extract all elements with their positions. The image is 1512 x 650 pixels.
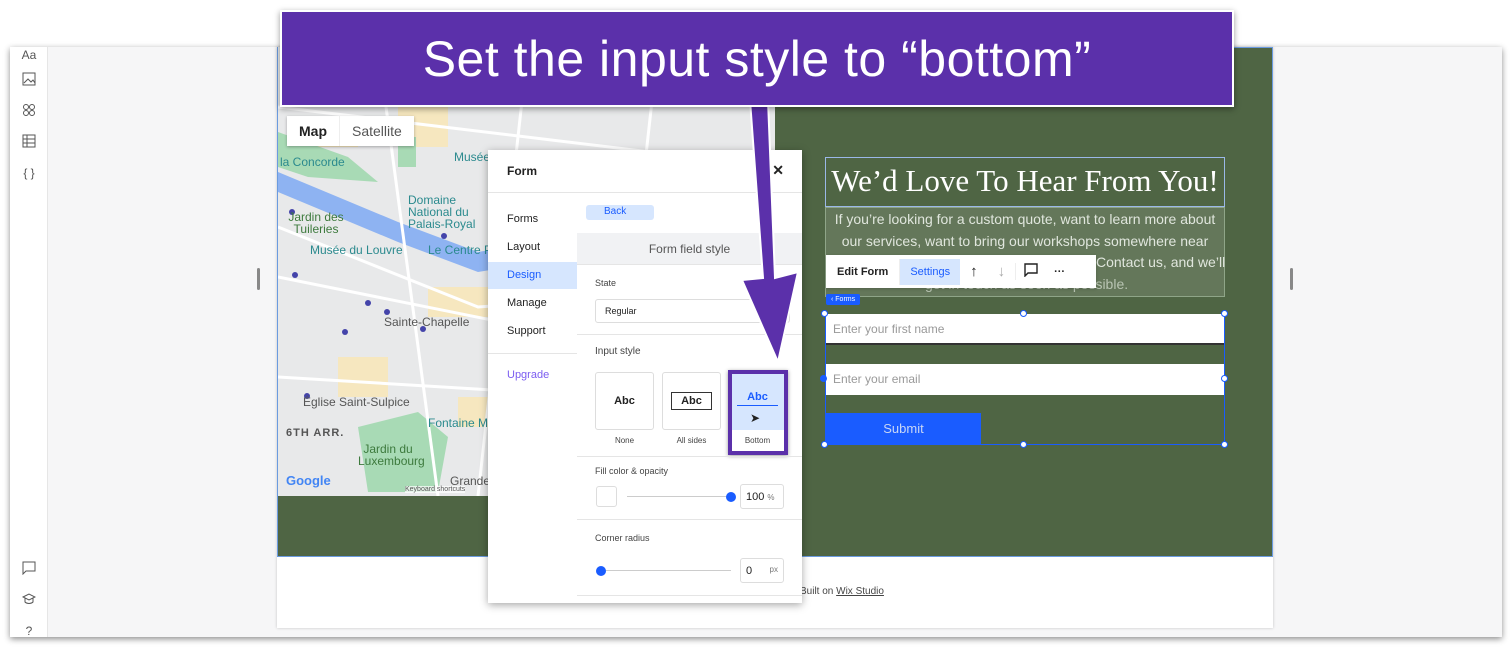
map-button[interactable]: Map xyxy=(287,116,339,146)
image-icon[interactable] xyxy=(21,72,37,88)
divider xyxy=(577,519,802,520)
nav-design[interactable]: Design xyxy=(488,262,577,289)
divider xyxy=(577,456,802,457)
opacity-slider-thumb[interactable] xyxy=(726,492,736,502)
nav-layout[interactable]: Layout xyxy=(488,234,577,261)
resize-handle[interactable] xyxy=(1020,441,1027,448)
nav-divider xyxy=(488,353,577,354)
nav-manage[interactable]: Manage xyxy=(488,290,577,317)
opacity-value: 100 xyxy=(746,491,765,503)
map-label: la Concorde xyxy=(280,155,345,169)
map-label: Sainte-Chapelle xyxy=(384,315,470,329)
state-label: State xyxy=(595,278,617,288)
table-icon[interactable] xyxy=(21,134,37,150)
map-label: Musée xyxy=(454,150,491,164)
map-type-toggle: Map Satellite xyxy=(287,116,414,146)
resize-handle-right[interactable] xyxy=(1290,268,1293,290)
map-label: Musée du Louvre xyxy=(310,243,403,257)
radius-label: Corner radius xyxy=(595,533,650,543)
sample-text: Abc xyxy=(671,392,712,410)
resize-handle[interactable] xyxy=(1020,310,1027,317)
comment-icon[interactable] xyxy=(1015,263,1046,280)
resize-handle[interactable] xyxy=(1221,375,1228,382)
email-input[interactable]: Enter your email xyxy=(826,364,1224,395)
instruction-banner: Set the input style to “bottom” xyxy=(280,10,1234,107)
radius-value: 0 xyxy=(746,565,753,577)
move-down-icon[interactable]: ↓ xyxy=(988,263,1016,280)
more-icon[interactable]: ··· xyxy=(1046,266,1073,278)
option-caption: None xyxy=(614,436,635,445)
opacity-unit: % xyxy=(767,493,775,502)
resize-handle[interactable] xyxy=(821,310,828,317)
chat-icon[interactable] xyxy=(21,561,37,577)
map-label: Fontaine Mé xyxy=(428,416,495,430)
resize-handle[interactable] xyxy=(821,441,828,448)
input-style-none[interactable]: Abc xyxy=(595,372,654,430)
sample-text: Abc xyxy=(614,395,635,407)
input-style-all-sides[interactable]: Abc xyxy=(662,372,721,430)
back-label: Back xyxy=(604,206,627,217)
map-label: Jardin des Tuileries xyxy=(288,210,344,236)
help-icon[interactable]: ? xyxy=(21,623,37,639)
map-label: 6TH ARR. xyxy=(286,427,345,439)
text-icon[interactable]: Aa xyxy=(21,47,37,63)
resize-handle[interactable] xyxy=(1221,310,1228,317)
first-name-input[interactable]: Enter your first name xyxy=(826,314,1224,345)
fill-label: Fill color & opacity xyxy=(595,466,669,476)
radius-unit: px xyxy=(769,565,778,574)
left-toolbar: Aa { } ? xyxy=(10,47,48,639)
option-caption: All sides xyxy=(676,436,707,445)
settings-button[interactable]: Settings xyxy=(899,258,961,285)
element-toolbar: Edit Form Settings ↑ ↓ ··· xyxy=(826,255,1096,288)
submit-button[interactable]: Submit xyxy=(826,413,981,444)
divider xyxy=(577,595,802,596)
keyboard-shortcuts-link[interactable]: Keyboard shortcuts xyxy=(405,486,466,493)
radius-slider[interactable] xyxy=(601,570,731,571)
google-logo: Google xyxy=(286,473,331,488)
radius-slider-thumb[interactable] xyxy=(596,566,606,576)
resize-handle[interactable] xyxy=(1221,441,1228,448)
forms-breadcrumb-tag[interactable]: ‹ Forms xyxy=(826,294,861,305)
satellite-button[interactable]: Satellite xyxy=(339,116,414,146)
edit-form-button[interactable]: Edit Form xyxy=(826,266,899,278)
opacity-slider[interactable] xyxy=(627,496,731,497)
radius-input[interactable]: 0 px xyxy=(740,558,784,583)
footer-text: Built on xyxy=(800,586,834,597)
apps-icon[interactable] xyxy=(21,103,37,119)
code-braces-icon[interactable]: { } xyxy=(21,165,37,181)
nav-support[interactable]: Support xyxy=(488,318,577,345)
input-style-label: Input style xyxy=(595,346,641,357)
map-label: Domaine National du Palais-Royal xyxy=(408,193,476,231)
upgrade-link[interactable]: Upgrade xyxy=(488,362,577,389)
heading-box[interactable]: We’d Love To Hear From You! xyxy=(825,157,1225,207)
map-label: Église Saint-Sulpice xyxy=(303,395,410,409)
map-label: Jardin du Luxembourg xyxy=(358,442,425,468)
wix-studio-link[interactable]: Wix Studio xyxy=(836,586,884,597)
panel-title: Form xyxy=(507,164,537,178)
pointer-arrow xyxy=(740,100,800,366)
heading: We’d Love To Hear From You! xyxy=(831,163,1219,198)
cursor-icon: ➤ xyxy=(750,411,761,425)
paragraph-line: Contact us, and we’ll xyxy=(1096,254,1226,270)
opacity-input[interactable]: 100 % xyxy=(740,484,784,509)
resize-handle[interactable] xyxy=(820,375,827,382)
footer-credit: Built on Wix Studio xyxy=(800,586,884,597)
nav-forms[interactable]: Forms xyxy=(488,206,577,233)
resize-handle-left[interactable] xyxy=(257,268,260,290)
move-up-icon[interactable]: ↑ xyxy=(960,263,988,280)
fill-color-swatch[interactable] xyxy=(596,486,617,507)
back-button[interactable]: Back xyxy=(586,205,654,220)
graduation-cap-icon[interactable] xyxy=(21,592,37,608)
